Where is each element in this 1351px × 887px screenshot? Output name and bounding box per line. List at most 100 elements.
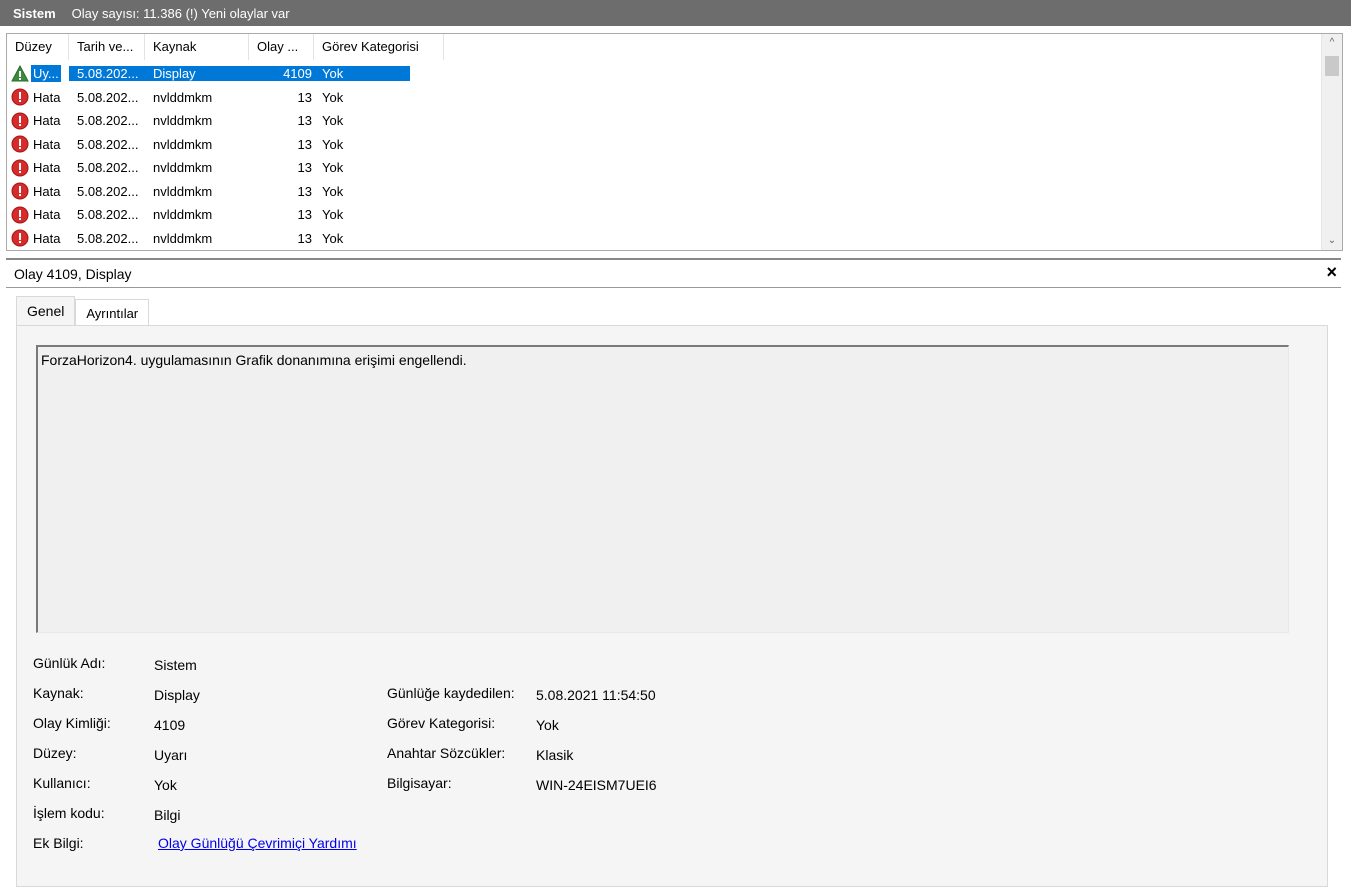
log-name-value: Sistem bbox=[154, 657, 197, 673]
event-level: Hata bbox=[33, 136, 61, 152]
user-label: Kullanıcı: bbox=[33, 775, 91, 791]
event-date: 5.08.202... bbox=[69, 66, 145, 82]
event-id: 13 bbox=[297, 113, 312, 129]
event-id: 13 bbox=[297, 136, 312, 152]
error-icon bbox=[11, 88, 29, 106]
task-category-value: Yok bbox=[536, 717, 559, 733]
general-tab-panel: ForzaHorizon4. uygulamasının Grafik dona… bbox=[16, 325, 1328, 887]
tab-genel[interactable]: Genel bbox=[16, 296, 76, 325]
column-header-level[interactable]: Düzey bbox=[7, 34, 69, 60]
event-source: nvlddmkm bbox=[153, 136, 213, 152]
event-rows: Uy... 5.08.202... Display 4109 Yok Hata 5.08.2… bbox=[7, 62, 444, 250]
error-icon bbox=[11, 159, 29, 177]
event-row[interactable]: Hata 5.08.202... nvlddmkm 13 Yok bbox=[7, 180, 444, 204]
event-count-text[interactable]: Olay sayısı: 11.386 (!) Yeni olaylar var bbox=[72, 6, 290, 21]
event-list-header: Düzey Tarih ve... Kaynak Olay ... Görev … bbox=[7, 34, 444, 60]
event-level: Hata bbox=[33, 113, 61, 129]
event-task-category: Yok bbox=[322, 160, 344, 176]
level-label: Düzey: bbox=[33, 745, 77, 761]
event-task-category: Yok bbox=[322, 207, 344, 223]
column-header-event-id[interactable]: Olay ... bbox=[249, 34, 314, 60]
event-level-cell: Hata bbox=[7, 135, 69, 153]
event-id: 13 bbox=[297, 160, 312, 176]
event-level-cell: Uy... bbox=[7, 64, 69, 83]
detail-divider bbox=[6, 287, 1341, 288]
keywords-label: Anahtar Sözcükler: bbox=[387, 745, 506, 761]
log-title: Sistem bbox=[13, 5, 56, 21]
source-label: Kaynak: bbox=[33, 685, 84, 701]
more-info-label: Ek Bilgi: bbox=[33, 835, 84, 851]
scroll-down-icon[interactable]: ⌄ bbox=[1322, 232, 1342, 250]
column-header-source[interactable]: Kaynak bbox=[145, 34, 249, 60]
event-task-category: Yok bbox=[322, 183, 344, 199]
keywords-value: Klasik bbox=[536, 747, 574, 763]
source-value: Display bbox=[154, 687, 200, 703]
tab-ayrintilar[interactable]: Ayrıntılar bbox=[75, 299, 150, 326]
event-id: 13 bbox=[297, 89, 312, 105]
event-level: Hata bbox=[33, 160, 61, 176]
scrollbar-thumb[interactable] bbox=[1325, 56, 1339, 76]
user-value: Yok bbox=[154, 777, 177, 793]
event-date: 5.08.202... bbox=[77, 230, 139, 246]
online-help-link[interactable]: Olay Günlüğü Çevrimiçi Yardımı bbox=[158, 835, 357, 851]
event-row[interactable]: Hata 5.08.202... nvlddmkm 13 Yok bbox=[7, 156, 444, 180]
computer-label: Bilgisayar: bbox=[387, 775, 452, 791]
column-header-date[interactable]: Tarih ve... bbox=[69, 34, 145, 60]
event-id-label: Olay Kimliği: bbox=[33, 715, 111, 731]
column-header-task-category[interactable]: Görev Kategorisi bbox=[314, 34, 444, 60]
event-source: nvlddmkm bbox=[153, 183, 213, 199]
event-row[interactable]: Hata 5.08.202... nvlddmkm 13 Yok bbox=[7, 203, 444, 227]
close-icon[interactable]: × bbox=[1326, 262, 1337, 283]
computer-value: WIN-24EISM7UEI6 bbox=[536, 777, 657, 793]
error-icon bbox=[11, 229, 29, 247]
event-list[interactable]: Düzey Tarih ve... Kaynak Olay ... Görev … bbox=[6, 33, 1343, 251]
opcode-value: Bilgi bbox=[154, 807, 181, 823]
logged-label: Günlüğe kaydedilen: bbox=[387, 685, 515, 701]
event-level-cell: Hata bbox=[7, 229, 69, 247]
event-task-category: Yok bbox=[314, 66, 410, 82]
event-level: Hata bbox=[33, 230, 61, 246]
event-level: Uy... bbox=[31, 65, 61, 83]
error-icon bbox=[11, 182, 29, 200]
event-date: 5.08.202... bbox=[77, 207, 139, 223]
event-date: 5.08.202... bbox=[77, 136, 139, 152]
event-detail-title: Olay 4109, Display bbox=[14, 266, 132, 282]
event-message-box[interactable]: ForzaHorizon4. uygulamasının Grafik dona… bbox=[36, 345, 1289, 633]
error-icon bbox=[11, 135, 29, 153]
event-date: 5.08.202... bbox=[77, 183, 139, 199]
event-task-category: Yok bbox=[322, 230, 344, 246]
event-list-scrollbar[interactable]: ^ ⌄ bbox=[1321, 34, 1342, 250]
event-level-cell: Hata bbox=[7, 88, 69, 106]
event-source: nvlddmkm bbox=[153, 207, 213, 223]
event-level: Hata bbox=[33, 207, 61, 223]
event-source: nvlddmkm bbox=[153, 113, 213, 129]
log-name-label: Günlük Adı: bbox=[33, 655, 106, 671]
event-source: Display bbox=[145, 66, 249, 82]
event-level-cell: Hata bbox=[7, 206, 69, 224]
event-date: 5.08.202... bbox=[77, 160, 139, 176]
event-task-category: Yok bbox=[322, 89, 344, 105]
log-title-bar: Sistem Olay sayısı: 11.386 (!) Yeni olay… bbox=[0, 0, 1351, 26]
warning-icon bbox=[11, 64, 29, 83]
event-row[interactable]: Hata 5.08.202... nvlddmkm 13 Yok bbox=[7, 227, 444, 251]
event-row[interactable]: Uy... 5.08.202... Display 4109 Yok bbox=[7, 62, 444, 86]
event-id: 13 bbox=[297, 183, 312, 199]
detail-tabs: Genel Ayrıntılar bbox=[16, 296, 150, 326]
event-id: 4109 bbox=[249, 66, 314, 82]
event-date: 5.08.202... bbox=[77, 113, 139, 129]
task-category-label: Görev Kategorisi: bbox=[387, 715, 496, 731]
event-source: nvlddmkm bbox=[153, 230, 213, 246]
event-source: nvlddmkm bbox=[153, 160, 213, 176]
level-value: Uyarı bbox=[154, 747, 188, 763]
event-detail-header: Olay 4109, Display × bbox=[6, 258, 1341, 288]
event-row[interactable]: Hata 5.08.202... nvlddmkm 13 Yok bbox=[7, 86, 444, 110]
event-task-category: Yok bbox=[322, 113, 344, 129]
event-id-value: 4109 bbox=[154, 717, 186, 733]
opcode-label: İşlem kodu: bbox=[33, 805, 105, 821]
event-row[interactable]: Hata 5.08.202... nvlddmkm 13 Yok bbox=[7, 109, 444, 133]
event-level-cell: Hata bbox=[7, 182, 69, 200]
event-row[interactable]: Hata 5.08.202... nvlddmkm 13 Yok bbox=[7, 133, 444, 157]
event-level: Hata bbox=[33, 183, 61, 199]
logged-value: 5.08.2021 11:54:50 bbox=[536, 687, 656, 703]
scroll-up-icon[interactable]: ^ bbox=[1322, 34, 1342, 52]
